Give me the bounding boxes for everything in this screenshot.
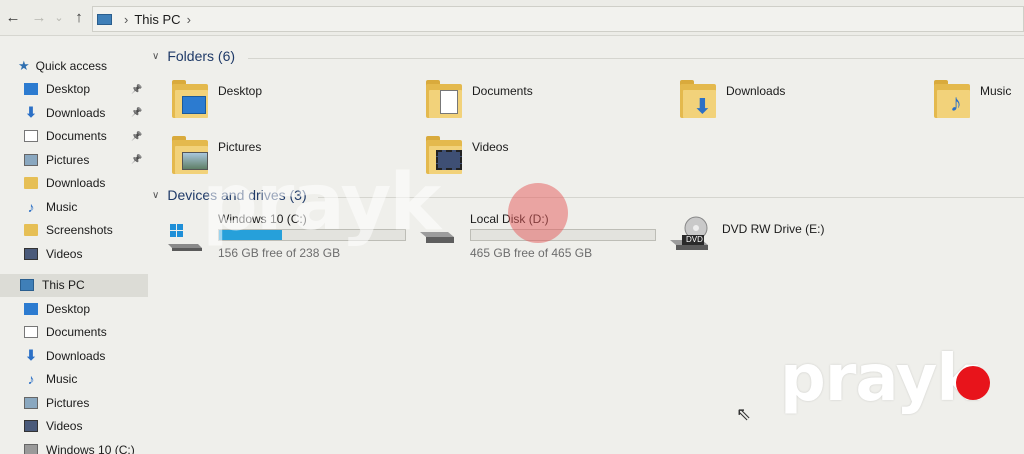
folder-tile-music[interactable]: ♪ Music bbox=[934, 80, 1011, 120]
nav-item-downloads[interactable]: ⬇ Downloads bbox=[0, 344, 148, 368]
pictures-icon bbox=[24, 396, 38, 409]
nav-item-downloads[interactable]: ⬇ Downloads 📌 bbox=[0, 101, 148, 125]
navigation-pane: ★ Quick access Desktop 📌 ⬇ Downloads 📌 Docume… bbox=[0, 36, 148, 454]
desktop-folder-icon bbox=[172, 80, 210, 120]
nav-item-desktop[interactable]: Desktop bbox=[0, 297, 148, 321]
breadcrumb-this-pc[interactable]: This PC bbox=[134, 12, 180, 27]
nav-item-label: Downloads bbox=[46, 176, 106, 191]
nav-item-label: Windows 10 (C:) bbox=[46, 442, 135, 454]
videos-icon bbox=[24, 247, 38, 260]
watermark-red-dot bbox=[956, 366, 990, 400]
nav-item-label: Pictures bbox=[46, 152, 90, 167]
folders-group-header[interactable]: ∨ Folders (6) bbox=[152, 48, 235, 64]
mouse-cursor-icon: ⇖ bbox=[736, 404, 752, 424]
nav-item-label: Documents bbox=[46, 325, 107, 340]
desktop-icon bbox=[24, 83, 38, 96]
nav-item-pictures[interactable]: Pictures 📌 bbox=[0, 148, 148, 172]
nav-quick-access[interactable]: ★ Quick access bbox=[0, 54, 148, 78]
nav-item-label: Music bbox=[46, 372, 78, 387]
folder-tile-documents[interactable]: Documents bbox=[426, 80, 533, 120]
download-icon: ⬇ bbox=[25, 347, 37, 364]
music-icon: ♪ bbox=[27, 198, 35, 215]
nav-item-label: Desktop bbox=[46, 82, 91, 97]
folders-group-title: Folders (6) bbox=[167, 48, 236, 64]
nav-item-music[interactable]: ♪ Music bbox=[0, 195, 148, 219]
drive-e-name: DVD RW Drive (E:) bbox=[722, 222, 825, 236]
dvd-badge: DVD bbox=[686, 235, 703, 244]
nav-item-videos[interactable]: Videos bbox=[0, 242, 148, 266]
nav-item-documents[interactable]: Documents bbox=[0, 321, 148, 345]
up-button[interactable]: ↑ bbox=[66, 9, 92, 26]
folder-label: Pictures bbox=[218, 140, 262, 154]
music-folder-icon: ♪ bbox=[934, 80, 972, 120]
watermark-faded-text: prayk bbox=[202, 158, 441, 248]
nav-item-screenshots[interactable]: Screenshots bbox=[0, 219, 148, 243]
nav-item-label: Screenshots bbox=[46, 223, 113, 238]
desktop-icon bbox=[24, 302, 38, 315]
nav-item-videos[interactable]: Videos bbox=[0, 415, 148, 439]
folder-label: Documents bbox=[472, 84, 533, 98]
folder-tile-desktop[interactable]: Desktop bbox=[172, 80, 262, 120]
chevron-down-icon[interactable]: ∨ bbox=[152, 190, 159, 201]
documents-icon bbox=[24, 326, 38, 339]
nav-item-downloads[interactable]: Downloads bbox=[0, 172, 148, 196]
downloads-folder-icon: ⬇ bbox=[680, 80, 718, 120]
windows-drive-icon bbox=[168, 222, 202, 251]
address-path-box[interactable]: › This PC › bbox=[92, 6, 1024, 32]
nav-this-pc[interactable]: This PC bbox=[0, 273, 148, 297]
nav-item-label: Videos bbox=[46, 246, 83, 261]
folder-label: Downloads bbox=[726, 84, 786, 98]
this-pc-icon bbox=[97, 13, 112, 25]
breadcrumb-chevron-icon[interactable]: › bbox=[187, 12, 191, 27]
folder-icon bbox=[24, 224, 38, 237]
nav-item-label: Music bbox=[46, 199, 78, 214]
address-bar: ← → ⌄ ↑ › This PC › bbox=[0, 0, 1024, 36]
documents-folder-icon bbox=[426, 80, 464, 120]
this-pc-icon bbox=[20, 279, 34, 292]
pin-icon[interactable]: 📌 bbox=[131, 107, 142, 118]
nav-item-desktop[interactable]: Desktop 📌 bbox=[0, 78, 148, 102]
folder-label: Desktop bbox=[218, 84, 263, 98]
folder-label: Music bbox=[980, 84, 1012, 98]
forward-button[interactable]: → bbox=[26, 9, 52, 26]
recent-locations-dropdown[interactable]: ⌄ bbox=[52, 11, 66, 24]
watermark-faded-dot bbox=[508, 183, 568, 243]
videos-icon bbox=[24, 420, 38, 433]
folder-icon bbox=[24, 177, 38, 190]
nav-item-pictures[interactable]: Pictures bbox=[0, 391, 148, 415]
dvd-drive-icon: DVD bbox=[670, 216, 710, 252]
nav-item-label: Documents bbox=[46, 129, 107, 144]
nav-item-label: Downloads bbox=[46, 105, 106, 120]
breadcrumb-chevron-icon[interactable]: › bbox=[124, 12, 128, 27]
nav-quick-access-label: Quick access bbox=[35, 58, 108, 73]
music-icon: ♪ bbox=[27, 371, 35, 388]
group-divider bbox=[248, 58, 1024, 59]
star-icon: ★ bbox=[18, 57, 30, 73]
pin-icon[interactable]: 📌 bbox=[131, 131, 142, 142]
nav-item-documents[interactable]: Documents 📌 bbox=[0, 125, 148, 149]
documents-icon bbox=[24, 130, 38, 143]
nav-item-label: Desktop bbox=[46, 301, 91, 316]
nav-item-label: Pictures bbox=[46, 395, 90, 410]
nav-item-music[interactable]: ♪ Music bbox=[0, 368, 148, 392]
nav-item-windows-10-c[interactable]: Windows 10 (C:) bbox=[0, 438, 148, 454]
drive-d-free-space: 465 GB free of 465 GB bbox=[470, 246, 593, 260]
download-icon: ⬇ bbox=[25, 104, 37, 121]
nav-item-label: Downloads bbox=[46, 348, 106, 363]
drive-c-free-space: 156 GB free of 238 GB bbox=[218, 246, 341, 260]
nav-item-label: Videos bbox=[46, 419, 83, 434]
drive-icon bbox=[24, 443, 38, 454]
folder-label: Videos bbox=[472, 140, 509, 154]
nav-this-pc-label: This PC bbox=[42, 278, 85, 293]
chevron-down-icon[interactable]: ∨ bbox=[152, 51, 159, 62]
drive-d-usage-bar bbox=[470, 229, 656, 241]
pin-icon[interactable]: 📌 bbox=[131, 84, 142, 95]
back-button[interactable]: ← bbox=[0, 9, 26, 26]
folder-tile-downloads[interactable]: ⬇ Downloads bbox=[680, 80, 785, 120]
pin-icon[interactable]: 📌 bbox=[131, 154, 142, 165]
watermark-logo-text: prayk bbox=[780, 342, 979, 416]
drive-tile-e[interactable]: DVD DVD RW Drive (E:) bbox=[670, 210, 870, 260]
pictures-icon bbox=[24, 153, 38, 166]
